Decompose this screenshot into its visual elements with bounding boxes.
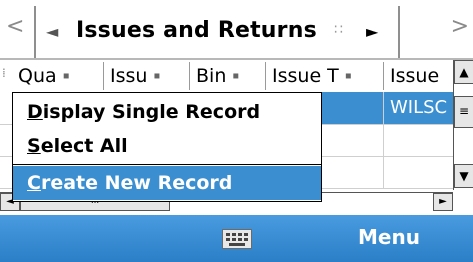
column-header-quantity[interactable]: Qua ▪ <box>12 62 104 90</box>
sort-icon: ▪ <box>153 70 161 82</box>
column-header-issue-type[interactable]: Issue T ▪ <box>266 62 384 90</box>
menu-separator <box>13 164 321 165</box>
tab-next-icon[interactable]: ► <box>366 22 378 41</box>
context-menu: Display Single Record Select All Create … <box>12 92 322 202</box>
sort-icon: ▪ <box>232 70 240 82</box>
softkey-bar: Menu <box>0 215 473 262</box>
scroll-down-icon[interactable]: ▼ <box>454 164 473 188</box>
menu-item-select-all[interactable]: Select All <box>13 129 321 163</box>
table-cell[interactable]: WILSC <box>384 92 453 124</box>
column-header-label: Issue <box>390 65 440 87</box>
column-header-issue[interactable]: Issu ▪ <box>104 62 190 90</box>
scroll-thumb[interactable]: ≡ <box>454 96 473 128</box>
scroll-up-icon[interactable]: ▲ <box>454 60 473 84</box>
grip-icon: ∷ <box>334 22 344 38</box>
menu-item-display-single-record[interactable]: Display Single Record <box>13 95 321 129</box>
column-header-label: Qua <box>18 65 57 87</box>
menu-item-mnemonic: C <box>27 172 41 194</box>
tab-scroll-right-icon[interactable]: > <box>451 16 469 38</box>
column-header-label: Issue T <box>272 65 339 87</box>
scroll-right-icon[interactable]: ► <box>433 193 453 211</box>
column-header-label: Issu <box>110 65 148 87</box>
tab-bar: < ◄ Issues and Returns ∷ ► > <box>0 0 473 60</box>
menu-item-create-new-record[interactable]: Create New Record <box>13 166 321 200</box>
column-header-bin[interactable]: Bin ▪ <box>190 62 266 90</box>
sort-icon: ▪ <box>62 70 70 82</box>
menu-softkey[interactable]: Menu <box>358 225 420 249</box>
menu-item-label: elect All <box>40 135 128 157</box>
menu-item-label: reate New Record <box>40 172 233 194</box>
sort-icon: ▪ <box>344 70 352 82</box>
tab-prev-icon[interactable]: ◄ <box>46 22 58 41</box>
table-cell[interactable] <box>384 124 453 156</box>
column-grip-icon[interactable]: ⁞ <box>2 66 12 80</box>
vertical-scrollbar[interactable]: ▲ ≡ ▼ <box>453 60 473 190</box>
grid-header: ⁞ Qua ▪ Issu ▪ Bin ▪ Issue T ▪ Issue <box>0 60 453 93</box>
menu-item-label: isplay Single Record <box>42 101 261 123</box>
column-header-issue-2[interactable]: Issue <box>384 62 453 90</box>
tab-scroll-left-icon[interactable]: < <box>6 16 24 38</box>
table-cell[interactable] <box>384 156 453 188</box>
menu-item-mnemonic: D <box>27 101 43 123</box>
tab-title: Issues and Returns <box>76 18 317 43</box>
tab-issues-and-returns[interactable]: ◄ Issues and Returns ∷ ► <box>34 6 400 58</box>
menu-item-mnemonic: S <box>27 135 41 157</box>
column-header-label: Bin <box>196 65 227 87</box>
keyboard-icon[interactable] <box>222 229 252 249</box>
